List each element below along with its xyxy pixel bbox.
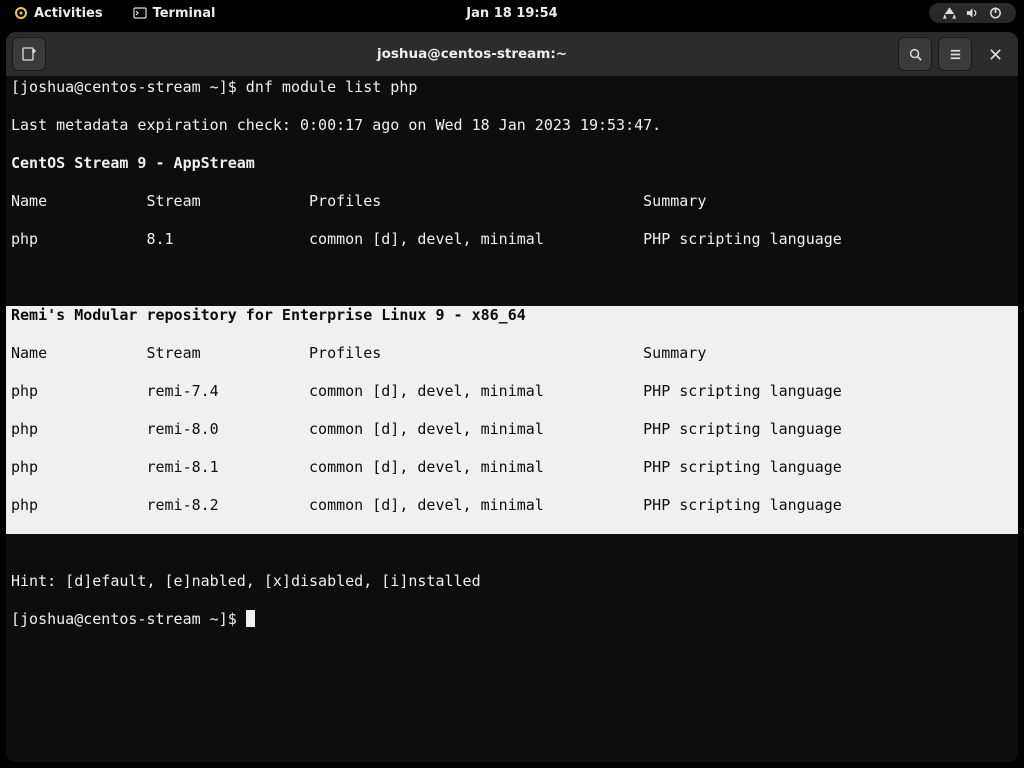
search-button[interactable] — [898, 37, 932, 71]
blank-line — [6, 268, 1018, 287]
activities-icon — [14, 6, 28, 20]
cursor — [246, 610, 255, 627]
power-icon — [988, 6, 1003, 20]
column-headers: Name Stream Profiles Summary — [6, 344, 1018, 363]
activities-label: Activities — [34, 6, 103, 21]
clock-label: Jan 18 19:54 — [466, 6, 557, 21]
blank-line — [6, 534, 1018, 553]
terminal-icon — [133, 6, 147, 20]
system-status-area[interactable] — [929, 3, 1016, 23]
module-row: php remi-8.0 common [d], devel, minimal … — [6, 420, 1018, 439]
gnome-top-panel: Activities Terminal Jan 18 19:54 — [0, 0, 1024, 26]
volume-icon — [965, 6, 980, 20]
repo1-title: CentOS Stream 9 - AppStream — [6, 154, 1018, 173]
app-menu-terminal[interactable]: Terminal — [127, 4, 222, 23]
module-row: php remi-8.1 common [d], devel, minimal … — [6, 458, 1018, 477]
window-title: joshua@centos-stream:~ — [52, 46, 892, 62]
new-tab-button[interactable] — [12, 37, 46, 71]
module-row: php 8.1 common [d], devel, minimal PHP s… — [6, 230, 1018, 249]
terminal-window: joshua@centos-stream:~ [joshua@centos-st… — [6, 32, 1018, 762]
window-titlebar: joshua@centos-stream:~ — [6, 32, 1018, 76]
column-headers: Name Stream Profiles Summary — [6, 192, 1018, 211]
close-button[interactable] — [978, 37, 1012, 71]
highlighted-repo-block: Remi's Modular repository for Enterprise… — [6, 306, 1018, 534]
app-menu-label: Terminal — [153, 6, 216, 21]
activities-button[interactable]: Activities — [8, 4, 109, 23]
prompt-line: [joshua@centos-stream ~]$ dnf module lis… — [6, 78, 1018, 97]
hint-line: Hint: [d]efault, [e]nabled, [x]disabled,… — [6, 572, 1018, 591]
module-row: php remi-7.4 common [d], devel, minimal … — [6, 382, 1018, 401]
network-icon — [942, 6, 957, 20]
metadata-line: Last metadata expiration check: 0:00:17 … — [6, 116, 1018, 135]
module-row: php remi-8.2 common [d], devel, minimal … — [6, 496, 1018, 515]
menu-button[interactable] — [938, 37, 972, 71]
clock[interactable]: Jan 18 19:54 — [460, 4, 563, 23]
prompt-line[interactable]: [joshua@centos-stream ~]$ — [6, 610, 1018, 629]
repo2-title: Remi's Modular repository for Enterprise… — [6, 306, 1018, 325]
terminal-output[interactable]: [joshua@centos-stream ~]$ dnf module lis… — [6, 76, 1018, 629]
